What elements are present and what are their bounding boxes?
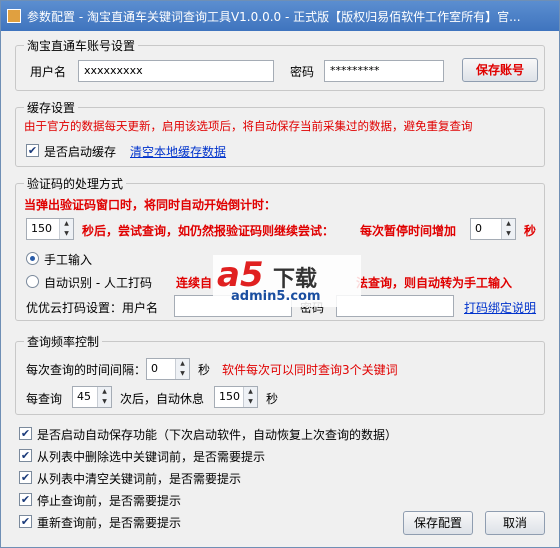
spin-up-icon[interactable]: ▲: [98, 387, 111, 397]
spin-down-icon[interactable]: ▼: [98, 397, 111, 407]
cancel-button[interactable]: 取消: [485, 511, 545, 535]
spin-up-icon[interactable]: ▲: [244, 387, 257, 397]
option-label-stop-prompt: 停止查询前，是否需要提示: [37, 494, 182, 508]
watermark-site: admin5.com: [231, 289, 321, 304]
interval-unit: 秒: [198, 363, 211, 377]
window-title: 参数配置 - 淘宝直通车关键词查询工具V1.0.0.0 - 正式版【版权归易佰软…: [27, 10, 521, 24]
spin-up-icon[interactable]: ▲: [176, 359, 189, 369]
cache-enable-label: 是否启动缓存: [44, 145, 117, 159]
interval-label: 每次查询的时间间隔：: [26, 363, 147, 377]
fail-text-right: 法查询，则自动转为手工输入: [356, 276, 513, 290]
cache-group: 缓存设置 由于官方的数据每天更新，启用该选项后，将自动保存当前采集过的数据，避免…: [15, 99, 545, 167]
manual-input-radio[interactable]: [26, 252, 39, 265]
rest-label: 次后，自动休息: [120, 392, 205, 406]
interval-note: 软件每次可以同时查询3个关键词: [222, 363, 398, 377]
spin-down-icon[interactable]: ▼: [176, 369, 189, 379]
save-config-button[interactable]: 保存配置: [403, 511, 473, 535]
provider-label: 优优云打码设置：用户名: [26, 301, 159, 315]
option-label-restart-prompt: 重新查询前，是否需要提示: [37, 516, 182, 530]
cache-group-label: 缓存设置: [24, 99, 79, 116]
password-field[interactable]: *********: [324, 60, 444, 82]
frequency-group: 查询频率控制 每次查询的时间间隔： 0 ▲ ▼ 秒 软件每次可以同时查询3个关键词…: [15, 333, 545, 415]
option-checkbox-stop-prompt[interactable]: ✔: [19, 493, 32, 506]
clear-cache-link[interactable]: 清空本地缓存数据: [130, 143, 226, 160]
increase-text: 每次暂停时间增加: [360, 224, 457, 238]
rest-stepper[interactable]: 150 ▲ ▼: [214, 386, 258, 408]
app-icon: [7, 9, 21, 23]
username-label: 用户名: [30, 65, 67, 79]
option-checkbox-clear-prompt[interactable]: ✔: [19, 471, 32, 484]
option-checkbox-delete-prompt[interactable]: ✔: [19, 449, 32, 462]
captcha-notice: 当弹出验证码窗口时，将同时自动开始倒计时：: [24, 198, 277, 212]
retry-text: 秒后，尝试查询，如仍然报验证码则继续尝试：: [82, 224, 335, 238]
settings-window: 参数配置 - 淘宝直通车关键词查询工具V1.0.0.0 - 正式版【版权归易佰软…: [0, 0, 560, 548]
increase-stepper[interactable]: 0 ▲ ▼: [470, 218, 516, 240]
option-label-autosave: 是否启动自动保存功能（下次启动软件，自动恢复上次查询的数据）: [37, 428, 398, 442]
frequency-group-label: 查询频率控制: [24, 333, 103, 350]
auto-recognize-radio[interactable]: [26, 275, 39, 288]
fail-text-left: 连续自: [176, 276, 213, 290]
option-label-delete-prompt: 从列表中删除选中关键词前，是否需要提示: [37, 450, 266, 464]
account-group-label: 淘宝直通车账号设置: [24, 37, 139, 54]
rest-unit: 秒: [266, 392, 279, 406]
countdown-stepper[interactable]: 150 ▲ ▼: [26, 218, 74, 240]
spin-down-icon[interactable]: ▼: [60, 229, 73, 239]
increase-value: 0: [475, 222, 482, 235]
every-value: 45: [77, 390, 91, 403]
title-bar: 参数配置 - 淘宝直通车关键词查询工具V1.0.0.0 - 正式版【版权归易佰软…: [1, 1, 559, 31]
password-label: 密码: [290, 65, 315, 79]
save-account-button[interactable]: 保存账号: [462, 58, 538, 82]
every-label: 每查询: [26, 392, 63, 406]
spin-up-icon[interactable]: ▲: [60, 219, 73, 229]
cache-enable-checkbox[interactable]: ✔: [26, 144, 39, 157]
countdown-value: 150: [31, 222, 52, 235]
spin-up-icon[interactable]: ▲: [502, 219, 515, 229]
spin-down-icon[interactable]: ▼: [244, 397, 257, 407]
rest-value: 150: [219, 390, 240, 403]
captcha-group-label: 验证码的处理方式: [24, 175, 127, 192]
manual-input-label: 手工输入: [44, 253, 93, 267]
option-checkbox-autosave[interactable]: ✔: [19, 427, 32, 440]
auto-recognize-label: 自动识别 - 人工打码: [44, 276, 152, 290]
increase-unit: 秒: [524, 224, 537, 238]
watermark-logo: a5 下载 admin5.com: [213, 255, 361, 307]
username-field[interactable]: xxxxxxxxx: [78, 60, 274, 82]
account-group: 淘宝直通车账号设置 用户名 xxxxxxxxx 密码 ********* 保存账…: [15, 37, 545, 91]
option-checkbox-restart-prompt[interactable]: ✔: [19, 515, 32, 528]
spin-down-icon[interactable]: ▼: [502, 229, 515, 239]
cache-notice: 由于官方的数据每天更新，启用该选项后，将自动保存当前采集过的数据，避免重复查询: [24, 119, 473, 133]
option-label-clear-prompt: 从列表中清空关键词前，是否需要提示: [37, 472, 242, 486]
bind-help-link[interactable]: 打码绑定说明: [464, 299, 536, 316]
interval-value: 0: [151, 362, 158, 375]
interval-stepper[interactable]: 0 ▲ ▼: [146, 358, 190, 380]
every-stepper[interactable]: 45 ▲ ▼: [72, 386, 112, 408]
